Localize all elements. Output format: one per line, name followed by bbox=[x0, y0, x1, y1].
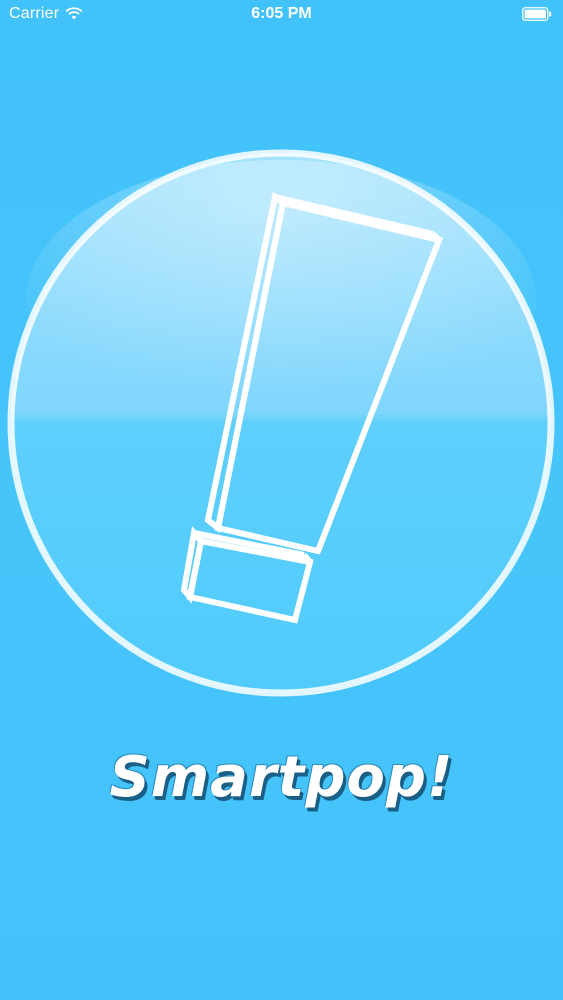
app-name-wordmark: Smartpop! bbox=[109, 745, 454, 810]
battery-icon bbox=[522, 7, 552, 21]
logo-circle bbox=[7, 149, 555, 697]
app-logo bbox=[7, 149, 555, 697]
status-bar: Carrier 6:05 PM bbox=[0, 0, 563, 30]
status-time: 6:05 PM bbox=[251, 5, 312, 22]
splash-screen: Carrier 6:05 PM Smartpop! bbox=[0, 0, 563, 1000]
